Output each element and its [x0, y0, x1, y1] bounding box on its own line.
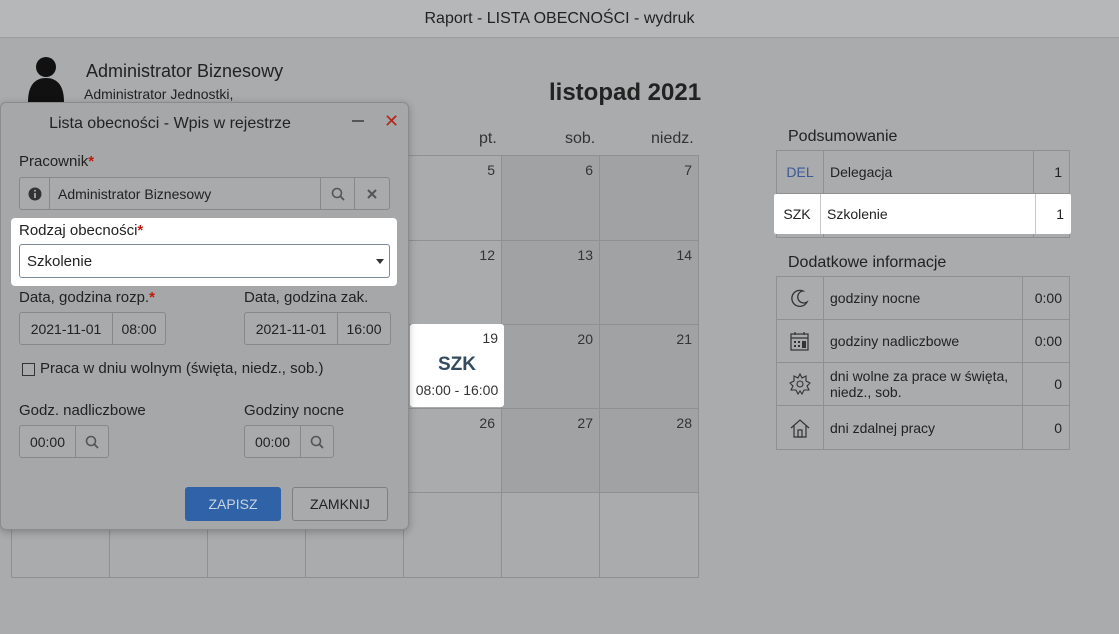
- day-header-sat: sob.: [565, 130, 596, 147]
- close-button[interactable]: ZAMKNIJ: [292, 487, 388, 521]
- end-datetime-field[interactable]: 2021-11-01 16:00: [244, 312, 391, 345]
- calendar-cell[interactable]: 27: [502, 409, 600, 493]
- home-icon: [777, 406, 824, 449]
- info-value: 0: [1054, 376, 1062, 392]
- month-title: listopad 2021: [549, 79, 702, 106]
- calendar-cell[interactable]: 14: [600, 241, 698, 325]
- summary-label: Szkolenie: [821, 194, 1036, 234]
- info-value: 0: [1054, 419, 1062, 436]
- day-header-fri: pt.: [479, 130, 497, 147]
- day-number: 21: [676, 331, 692, 347]
- overtime-field[interactable]: 00:00: [19, 425, 109, 458]
- summary-title: Podsumowanie: [788, 128, 898, 145]
- summary-label: Delegacja: [824, 151, 1034, 193]
- night-hours-field[interactable]: 00:00: [244, 425, 334, 458]
- end-label: Data, godzina zak.: [244, 289, 369, 306]
- search-icon[interactable]: [321, 178, 355, 209]
- day-number: 19: [482, 330, 498, 346]
- day-number: 14: [676, 247, 692, 263]
- table-row: godziny nadliczbowe 0:00: [777, 320, 1069, 363]
- start-time-input[interactable]: 08:00: [113, 313, 165, 344]
- holiday-work-checkbox[interactable]: [22, 363, 35, 376]
- table-row: godziny nocne 0:00: [777, 277, 1069, 320]
- employee-field[interactable]: Administrator Biznesowy: [19, 177, 390, 210]
- user-avatar-icon: [28, 57, 64, 102]
- info-label: godziny nocne: [824, 277, 1023, 319]
- table-row: dni wolne za prace w święta, niedz., sob…: [777, 363, 1069, 406]
- overtime-input[interactable]: 00:00: [20, 426, 76, 457]
- search-icon[interactable]: [76, 426, 108, 457]
- day-number: 6: [585, 162, 593, 178]
- attendance-type-group: Rodzaj obecności* Szkolenie: [11, 218, 397, 286]
- table-row: DEL Delegacja 1: [777, 151, 1069, 194]
- calendar-clock-icon: [777, 320, 824, 362]
- summary-value: 1: [1056, 206, 1064, 222]
- employee-label: Pracownik*: [19, 153, 95, 170]
- calendar-cell[interactable]: 28: [600, 409, 698, 493]
- extra-info-table: godziny nocne 0:00 godziny nadliczbowe 0…: [776, 276, 1070, 450]
- calendar-cell[interactable]: 13: [502, 241, 600, 325]
- start-datetime-field[interactable]: 2021-11-01 08:00: [19, 312, 166, 345]
- window-title-bar: Raport - LISTA OBECNOŚCI - wydruk: [0, 0, 1119, 38]
- moon-icon: [777, 277, 824, 319]
- close-icon[interactable]: ✕: [384, 112, 399, 130]
- day-number: 12: [479, 247, 495, 263]
- summary-code: DEL: [777, 151, 824, 193]
- gear-badge-icon: [777, 363, 824, 405]
- minimize-icon[interactable]: [351, 113, 365, 129]
- day-number: 20: [577, 331, 593, 347]
- table-row: dni zdalnej pracy 0: [777, 406, 1069, 449]
- calendar-cell[interactable]: 12: [404, 241, 502, 325]
- night-hours-label: Godziny nocne: [244, 402, 345, 419]
- calendar-cell[interactable]: 21: [600, 325, 698, 409]
- calendar-cell[interactable]: 7: [600, 156, 698, 241]
- calendar-cell[interactable]: 6: [502, 156, 600, 241]
- day-number: 5: [487, 162, 495, 178]
- attendance-code: SZK: [438, 354, 476, 375]
- dialog-title: Lista obecności - Wpis w rejestrze: [49, 115, 291, 132]
- summary-code: SZK: [774, 194, 821, 234]
- info-label: dni zdalnej pracy: [824, 406, 1023, 449]
- holiday-work-label: Praca w dniu wolnym (święta, niedz., sob…: [40, 360, 324, 377]
- night-hours-input[interactable]: 00:00: [245, 426, 301, 457]
- summary-value: 1: [1054, 164, 1062, 180]
- calendar-cell[interactable]: [404, 493, 502, 577]
- info-value: 0:00: [1034, 290, 1062, 306]
- calendar-cell[interactable]: [502, 493, 600, 577]
- window-title: Raport - LISTA OBECNOŚCI - wydruk: [424, 9, 695, 27]
- user-role: Administrator Jednostki,: [84, 86, 234, 102]
- overtime-label: Godz. nadliczbowe: [19, 402, 146, 419]
- attendance-type-label: Rodzaj obecności*: [19, 222, 144, 239]
- info-label: godziny nadliczbowe: [824, 320, 1023, 362]
- info-label: dni wolne za prace w święta, niedz., sob…: [824, 363, 1023, 405]
- day-number: 26: [479, 415, 495, 431]
- extra-info-title: Dodatkowe informacje: [788, 254, 947, 271]
- calendar-cell[interactable]: 26: [404, 409, 502, 493]
- attendance-type-select[interactable]: Szkolenie: [19, 244, 390, 278]
- user-name: Administrator Biznesowy: [86, 61, 284, 81]
- day-number: 13: [577, 247, 593, 263]
- info-value: 0:00: [1034, 333, 1062, 349]
- chevron-down-icon: [376, 259, 384, 264]
- calendar-cell[interactable]: [600, 493, 698, 577]
- day-header-sun: niedz.: [651, 130, 694, 147]
- search-icon[interactable]: [301, 426, 333, 457]
- save-button[interactable]: ZAPISZ: [185, 487, 281, 521]
- clear-icon[interactable]: [355, 178, 389, 209]
- day-number: 7: [684, 162, 692, 178]
- end-time-input[interactable]: 16:00: [338, 313, 390, 344]
- day-number: 27: [577, 415, 593, 431]
- day-number: 28: [676, 415, 692, 431]
- attendance-time: 08:00 - 16:00: [415, 382, 499, 398]
- calendar-cell[interactable]: 5: [404, 156, 502, 241]
- calendar-cell-highlighted[interactable]: 19 SZK 08:00 - 16:00: [410, 324, 504, 407]
- info-icon: [20, 178, 50, 209]
- attendance-type-value: Szkolenie: [27, 252, 93, 270]
- summary-row-highlighted: SZK Szkolenie 1: [774, 194, 1071, 234]
- employee-value: Administrator Biznesowy: [50, 178, 321, 209]
- end-date-input[interactable]: 2021-11-01: [245, 313, 338, 344]
- start-label: Data, godzina rozp.*: [19, 289, 155, 306]
- calendar-cell[interactable]: 20: [502, 325, 600, 409]
- start-date-input[interactable]: 2021-11-01: [20, 313, 113, 344]
